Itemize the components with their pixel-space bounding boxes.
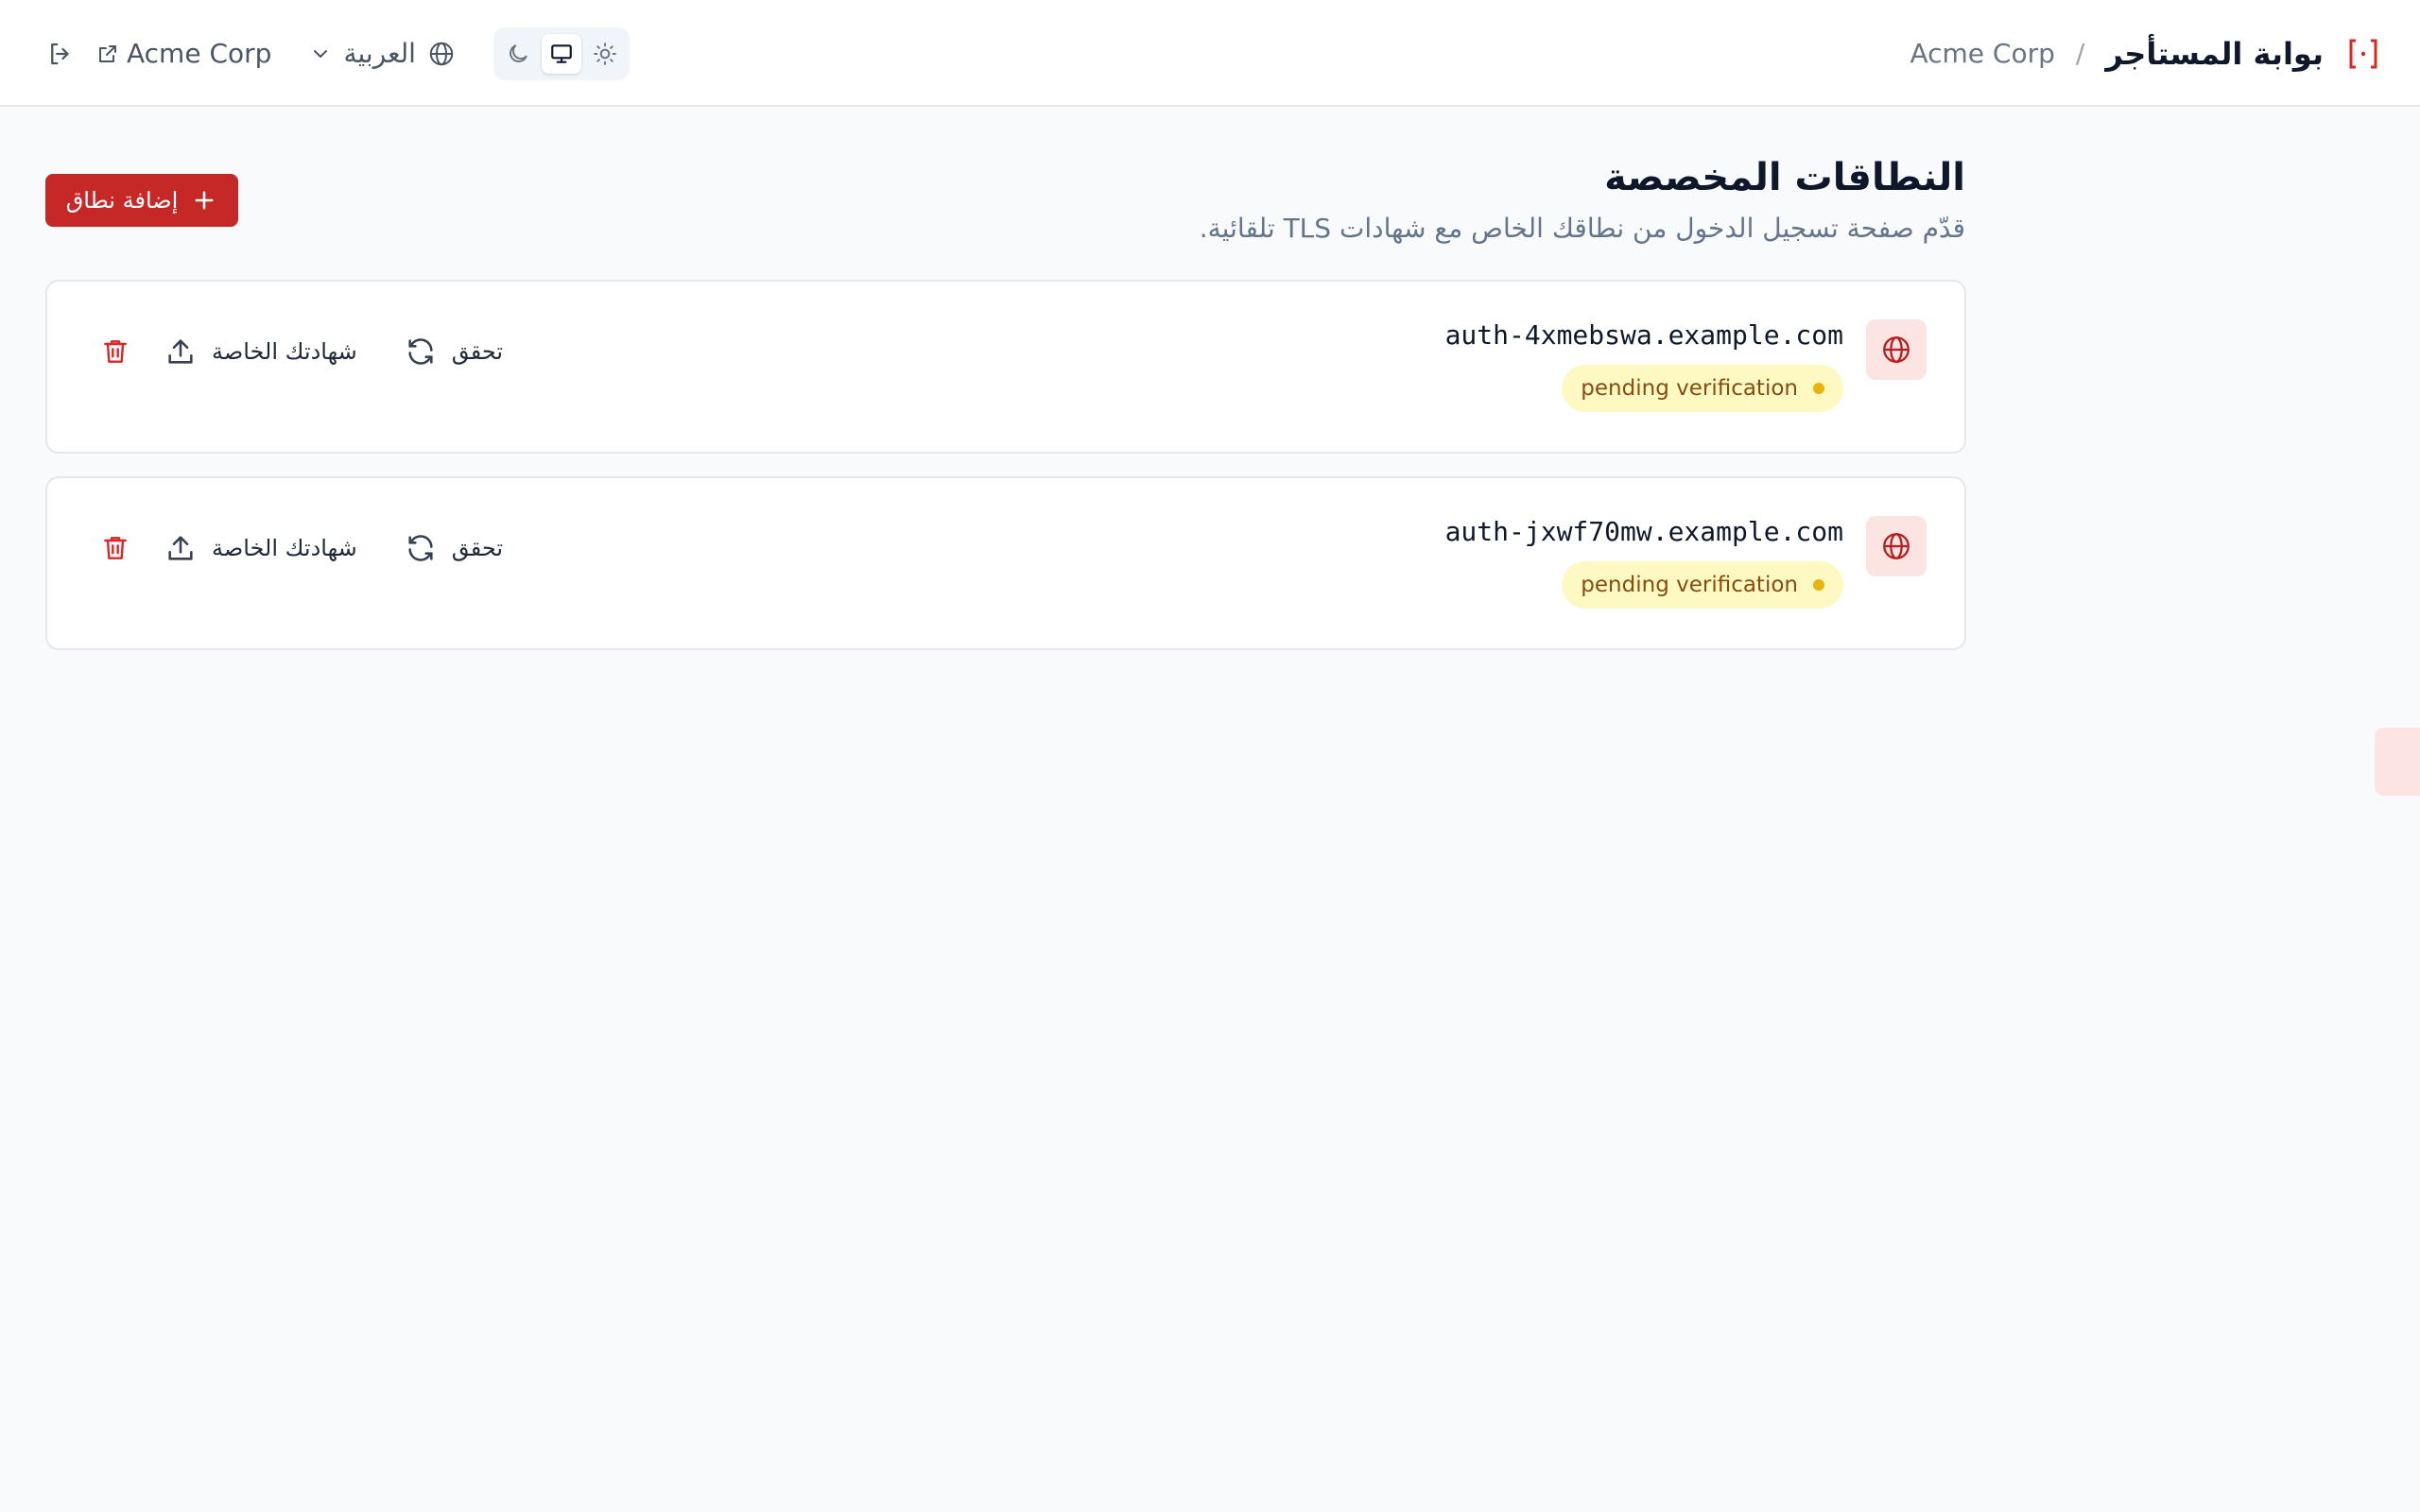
status-badge: pending verification xyxy=(1562,365,1843,412)
status-label: pending verification xyxy=(1581,573,1798,597)
upload-icon xyxy=(168,339,193,364)
upload-certificate-label: شهادتك الخاصة xyxy=(212,338,357,365)
add-domain-label: إضافة نطاق xyxy=(65,187,179,214)
globe-icon xyxy=(427,40,456,68)
globe-icon xyxy=(1866,516,1927,576)
language-label: العربية xyxy=(343,38,416,69)
domain-actions: شهادتك الخاصة تحقق xyxy=(95,327,503,376)
page-header: النطاقات المخصصة قدّم صفحة تسجيل الدخول … xyxy=(1200,151,1965,248)
monitor-icon xyxy=(551,43,572,63)
chevron-down-icon xyxy=(309,43,332,65)
logout-icon[interactable] xyxy=(43,37,78,71)
app-title: بوابة المستأجر xyxy=(2105,35,2324,72)
delete-domain-button[interactable] xyxy=(95,527,136,569)
verify-domain-button[interactable]: تحقق xyxy=(405,335,503,368)
add-domain-button[interactable]: إضافة نطاق xyxy=(45,174,238,227)
sun-icon xyxy=(594,42,616,65)
page-subtitle: قدّم صفحة تسجيل الدخول من نطاقك الخاص مع… xyxy=(1199,213,1965,244)
theme-light-button[interactable] xyxy=(585,34,625,74)
breadcrumb-separator: / xyxy=(2075,38,2085,69)
upload-icon xyxy=(168,536,193,560)
theme-dark-button[interactable] xyxy=(498,34,538,74)
breadcrumb-org: Acme Corp xyxy=(1910,38,2055,69)
upload-certificate-label: شهادتك الخاصة xyxy=(212,535,357,561)
top-header: بوابة المستأجر / Acme Corp Acme Corp الع… xyxy=(0,0,2420,107)
verify-label: تحقق xyxy=(451,535,504,561)
org-external-link[interactable]: Acme Corp xyxy=(96,38,271,69)
upload-certificate-button[interactable]: شهادتك الخاصة xyxy=(164,335,357,368)
domain-name: auth-4xmebswa.example.com xyxy=(1444,319,1843,351)
trash-icon xyxy=(104,537,127,559)
org-link-label: Acme Corp xyxy=(127,38,272,69)
domain-actions: شهادتك الخاصة تحقق xyxy=(95,524,503,573)
theme-system-button[interactable] xyxy=(541,33,581,74)
trash-icon xyxy=(104,340,127,363)
delete-domain-button[interactable] xyxy=(95,331,136,372)
page-title: النطاقات المخصصة xyxy=(1604,156,1965,199)
status-label: pending verification xyxy=(1581,376,1798,401)
verify-domain-button[interactable]: تحقق xyxy=(405,532,503,564)
verify-label: تحقق xyxy=(451,338,504,365)
upload-certificate-button[interactable]: شهادتك الخاصة xyxy=(164,532,357,564)
moon-icon xyxy=(510,43,527,62)
status-badge: pending verification xyxy=(1562,561,1843,609)
domain-name: auth-jxwf70mw.example.com xyxy=(1444,516,1843,547)
status-dot xyxy=(1813,579,1824,591)
domain-card: auth-jxwf70mw.example.com pending verifi… xyxy=(45,476,1966,650)
refresh-icon xyxy=(408,338,433,365)
domain-list: auth-4xmebswa.example.com pending verifi… xyxy=(45,280,1966,673)
side-drawer-handle[interactable] xyxy=(2375,728,2420,796)
header-controls: Acme Corp العربية xyxy=(43,0,630,107)
globe-icon xyxy=(1866,319,1927,380)
logo-icon xyxy=(2344,35,2382,73)
domain-card: auth-4xmebswa.example.com pending verifi… xyxy=(45,280,1966,454)
refresh-icon xyxy=(408,535,433,561)
brand: بوابة المستأجر / Acme Corp xyxy=(1910,0,2382,107)
status-dot xyxy=(1813,383,1824,394)
plus-icon xyxy=(191,187,217,214)
external-link-icon xyxy=(96,43,119,65)
theme-switcher xyxy=(493,26,630,80)
language-selector[interactable]: العربية xyxy=(309,38,456,69)
